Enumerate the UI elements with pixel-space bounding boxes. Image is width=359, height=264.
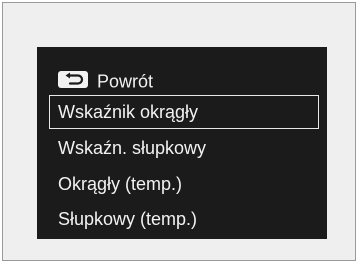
- menu-item-round-temp[interactable]: Okrągły (temp.): [49, 167, 319, 201]
- menu-item-bar-temp[interactable]: Słupkowy (temp.): [49, 202, 319, 236]
- back-arrow-icon: [58, 71, 88, 89]
- menu-item-bar-gauge[interactable]: Wskaźn. słupkowy: [49, 131, 319, 165]
- menu-screen: Powrót Wskaźnik okrągły Wskaźn. słupkowy…: [37, 47, 327, 239]
- back-label: Powrót: [97, 71, 154, 92]
- display-frame: Powrót Wskaźnik okrągły Wskaźn. słupkowy…: [2, 2, 356, 261]
- back-menu-item[interactable]: Powrót: [49, 63, 319, 97]
- menu-item-round-gauge[interactable]: Wskaźnik okrągły: [49, 95, 319, 129]
